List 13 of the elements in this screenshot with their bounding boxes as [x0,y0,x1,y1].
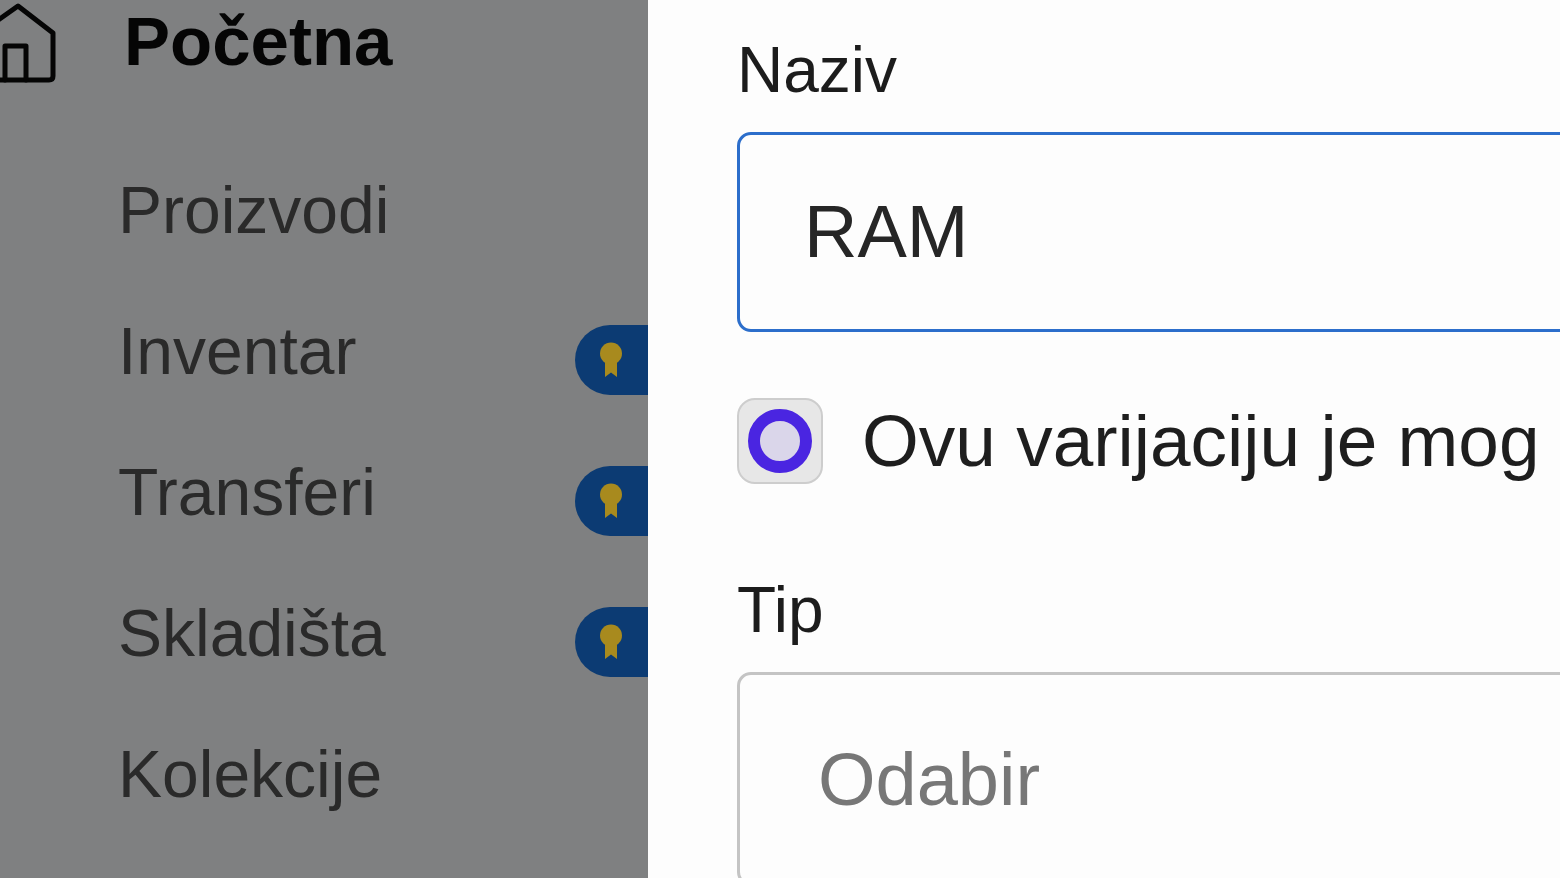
sidebar-item[interactable]: Transferi [118,452,376,533]
field-label: Tip [737,573,824,649]
name-input[interactable]: RAM [737,131,1560,332]
sidebar-item[interactable]: Proizvodi [118,170,390,251]
sidebar-item[interactable]: Skladišta [118,593,386,674]
home-icon [0,1,58,83]
field-label: Naziv [737,33,898,108]
sidebar-item[interactable]: Inventar [118,311,357,392]
type-select[interactable]: Odabir [737,672,1560,878]
sidebar-item[interactable]: Početna [124,0,393,84]
radio-button[interactable] [737,397,823,484]
sidebar-item[interactable]: Kolekcije [118,734,383,815]
radio-label: Ovu varijaciju je mog [862,398,1540,483]
